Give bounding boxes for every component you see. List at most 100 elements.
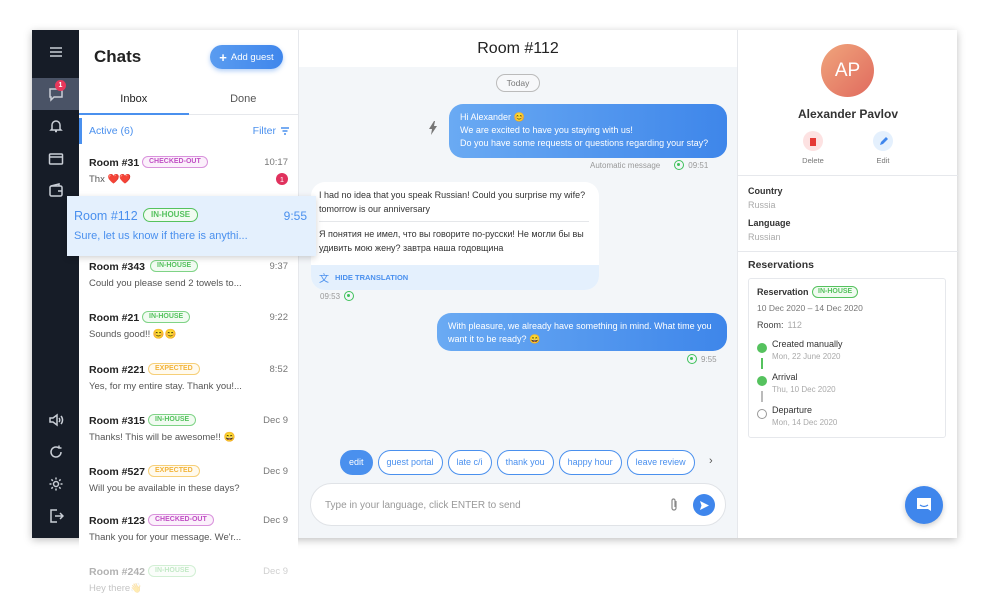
chat-list-item[interactable]: Room #343 IN-HOUSE 9:37 Could you please… (79, 257, 298, 307)
country-value: Russia (748, 200, 776, 210)
message-preview: Sounds good!! 😊😊 (89, 329, 177, 340)
chat-list-item[interactable]: Room #315 IN-HOUSE Dec 9 Thanks! This wi… (79, 411, 298, 461)
delete-button[interactable]: Delete (788, 131, 838, 165)
chat-list-item[interactable]: Room #21 IN-HOUSE 9:22 Sounds good!! 😊😊 (79, 308, 298, 358)
message-preview: Yes, for my entire stay. Thank you!... (89, 381, 242, 392)
filter-label: Filter (252, 125, 276, 137)
filter-icon (281, 127, 289, 135)
send-icon (699, 500, 709, 510)
chat-tabs: Inbox Done (79, 85, 298, 115)
step-title: Arrival (772, 372, 798, 382)
divider (738, 175, 958, 176)
message-time: 9:37 (269, 261, 289, 272)
divider (738, 251, 958, 252)
add-guest-label: Add guest (230, 51, 274, 63)
nav-notifications[interactable] (32, 110, 79, 142)
message-time: 9:55 (701, 354, 717, 364)
nav-logout[interactable] (32, 500, 79, 532)
room-name: Room #21 (89, 312, 140, 324)
nav-payments[interactable] (32, 143, 79, 175)
message-line: Do you have some requests or questions r… (460, 138, 709, 148)
quick-reply-edit[interactable]: edit (340, 450, 373, 475)
chat-list-item[interactable]: Room #123 CHECKED-OUT Dec 9 Thank you fo… (79, 511, 298, 561)
message-input[interactable] (325, 496, 655, 514)
language-label: Language (748, 218, 791, 228)
chat-unread-badge: 1 (55, 80, 66, 91)
message-time: Dec 9 (263, 515, 288, 526)
nav-rail: 1 (32, 30, 79, 538)
message-bubble-outgoing: Hi Alexander 😊 We are excited to have yo… (449, 104, 727, 158)
quick-reply[interactable]: guest portal (377, 450, 443, 475)
message-meta: 9:55 (687, 354, 717, 364)
message-preview: Sure, let us know if there is anythi... (74, 230, 248, 242)
room-name: Room #343 (89, 261, 146, 273)
nav-refresh[interactable] (32, 436, 79, 468)
pencil-icon (879, 136, 888, 145)
quick-reply[interactable]: thank you (496, 450, 554, 475)
message-bubble-incoming: I had no idea that you speak Russian! Co… (311, 182, 599, 290)
message-preview: Thx ❤️❤️ (89, 174, 132, 185)
automation-bolt-icon (429, 121, 437, 135)
tab-inbox[interactable]: Inbox (79, 85, 189, 115)
message-time: 9:55 (283, 209, 307, 223)
timeline-connector (761, 391, 763, 402)
active-count[interactable]: Active (6) (89, 125, 133, 137)
hide-translation-button[interactable]: 文 HIDE TRANSLATION (311, 265, 599, 290)
plus-icon: + (219, 49, 227, 65)
status-badge: EXPECTED (148, 363, 200, 375)
reservation-title: Reservation (757, 287, 809, 297)
room-name: Room #123 (89, 515, 146, 527)
reservation-card[interactable]: Reservation IN-HOUSE 10 Dec 2020 – 14 De… (748, 278, 946, 438)
quick-reply[interactable]: happy hour (558, 450, 622, 475)
support-chat-icon (917, 498, 931, 511)
room-name: Room #112 (74, 209, 138, 223)
delete-label: Delete (802, 156, 824, 165)
quick-reply[interactable]: late c/i (447, 450, 492, 475)
tab-done[interactable]: Done (189, 85, 299, 114)
chat-list-header: Chats + Add guest (79, 30, 298, 85)
nav-sound[interactable] (32, 404, 79, 436)
nav-settings[interactable] (32, 468, 79, 500)
reservation-dates: 10 Dec 2020 – 14 Dec 2020 (757, 303, 863, 313)
message-line: We are excited to have you staying with … (460, 125, 633, 135)
add-guest-button[interactable]: + Add guest (210, 45, 283, 69)
step-date: Mon, 22 June 2020 (772, 352, 841, 361)
room-name: Room #221 (89, 364, 146, 376)
paperclip-icon[interactable] (668, 497, 680, 513)
chat-list-item[interactable]: Room #242 IN-HOUSE Dec 9 Hey there👋 (79, 562, 298, 612)
message-time: Dec 9 (263, 415, 288, 426)
send-button[interactable] (693, 494, 715, 516)
sound-icon (48, 413, 63, 427)
support-chat-button[interactable] (905, 486, 943, 524)
translation-divider (319, 221, 589, 222)
filter-button[interactable]: Filter (253, 125, 290, 137)
edit-button[interactable]: Edit (858, 131, 908, 165)
step-date: Mon, 14 Dec 2020 (772, 418, 838, 427)
message-time: 09:53 (320, 291, 341, 301)
message-time: 8:52 (269, 364, 289, 375)
page-title: Chats (94, 47, 142, 66)
chat-list-item[interactable]: Room #527 EXPECTED Dec 9 Will you be ava… (79, 462, 298, 512)
chevron-right-icon[interactable]: › (709, 455, 713, 467)
message-meta: 09:53 (320, 291, 355, 301)
chat-list-item[interactable]: Room #221 EXPECTED 8:52 Yes, for my enti… (79, 360, 298, 410)
chat-list-item-selected[interactable]: Room #112 IN-HOUSE 9:55 Sure, let us kno… (67, 196, 316, 256)
message-time: 09:51 (688, 160, 709, 170)
message-bubble-outgoing: With pleasure, we already have something… (437, 313, 727, 351)
nav-chats[interactable]: 1 (32, 78, 79, 110)
menu-icon (49, 47, 62, 57)
message-time: 9:22 (269, 312, 289, 323)
language-value: Russian (748, 232, 781, 242)
translated-message: Я понятия не имел, что вы говорите по-ру… (319, 229, 584, 253)
whatsapp-icon (687, 354, 697, 364)
avatar: AP (821, 44, 874, 97)
step-title: Created manually (772, 339, 843, 349)
date-divider: Today (496, 74, 540, 92)
message-time: Dec 9 (263, 466, 288, 477)
quick-reply[interactable]: leave review (626, 450, 695, 475)
guest-profile-panel: AP Alexander Pavlov Delete Edit Country … (737, 30, 958, 538)
step-title: Departure (772, 405, 813, 415)
message-preview: Could you please send 2 towels to... (89, 278, 242, 289)
menu-button[interactable] (32, 36, 79, 68)
check-icon (757, 376, 767, 386)
